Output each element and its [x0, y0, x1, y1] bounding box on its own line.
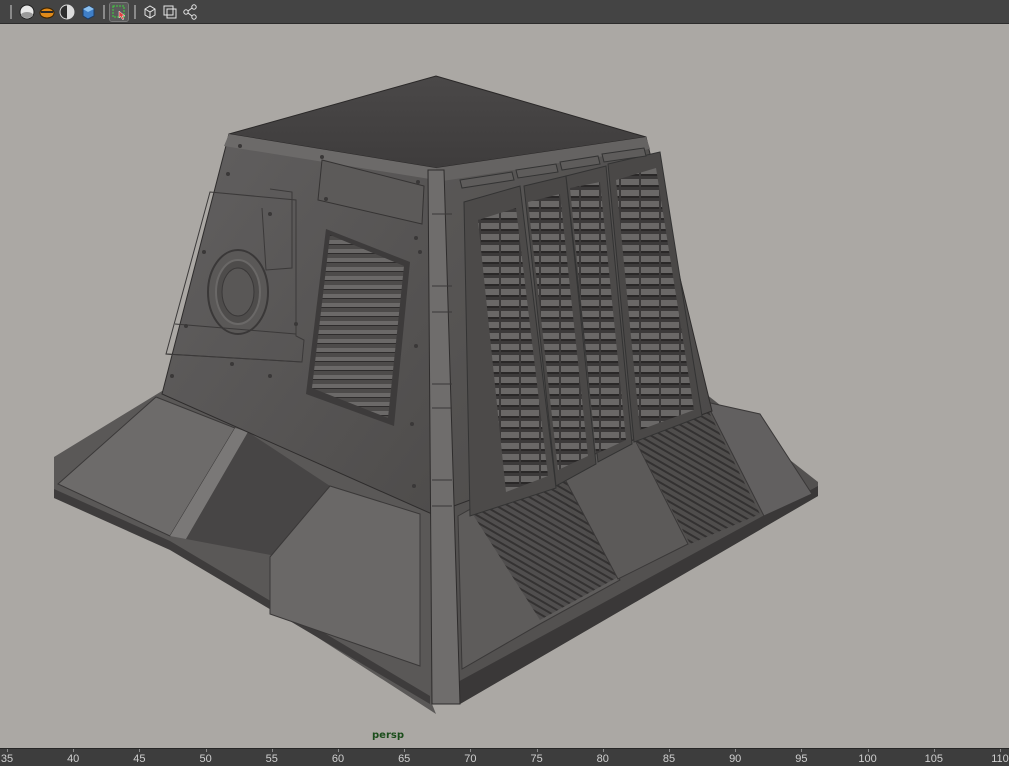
timeline-tick: [867, 749, 869, 752]
isolate-select-icon[interactable]: [109, 2, 129, 22]
textured-sphere-icon[interactable]: [38, 3, 56, 21]
timeline-frame-label: 110: [991, 753, 1009, 765]
wireframe-cube-icon[interactable]: [141, 3, 159, 21]
timeline-frame-label: 45: [133, 753, 146, 765]
timeline-frame-label: 35: [0, 753, 14, 765]
timeline-frame-label: 80: [596, 753, 609, 765]
timeline-frame-label: 75: [530, 753, 543, 765]
time-slider[interactable]: 35 40 45 50 55 60 65 70 75 80 85 90 95 100 105 110: [0, 748, 1009, 766]
timeline-frame-label: 85: [662, 753, 676, 765]
shaded-sphere-icon[interactable]: [18, 3, 36, 21]
timeline-frame-label: 95: [795, 753, 808, 765]
timeline-tick: [933, 749, 935, 752]
perspective-viewport[interactable]: persp: [0, 24, 1009, 748]
3d-model-render: [54, 75, 818, 714]
timeline-frame-label: 55: [265, 753, 278, 765]
timeline-tick: [404, 749, 406, 752]
timeline-tick: [139, 749, 141, 752]
timeline-frame-label: 60: [331, 753, 345, 765]
timeline-tick: [669, 749, 670, 752]
camera-name-label: persp: [372, 730, 404, 741]
timeline-frame-label: 50: [199, 753, 212, 765]
timeline-frame-label: 90: [729, 753, 742, 765]
timeline-tick: [801, 749, 803, 752]
timeline-frame-label: 65: [398, 753, 411, 765]
timeline-tick: [735, 749, 737, 752]
toolbar-separator: [10, 5, 12, 19]
timeline-frame-label: 100: [858, 753, 877, 765]
xray-icon[interactable]: [161, 3, 179, 21]
timeline-tick: [271, 749, 273, 752]
timeline-tick: [602, 749, 604, 752]
timeline-frame-label: 70: [464, 753, 477, 765]
timeline-tick: [1000, 749, 1001, 752]
timeline-tick: [73, 749, 75, 752]
toolbar-separator: [134, 5, 136, 19]
shadow-cube-icon[interactable]: [79, 3, 97, 21]
timeline-frame-label: 105: [924, 753, 943, 765]
timeline-tick: [338, 749, 339, 752]
timeline-frame-label: 40: [67, 753, 80, 765]
joint-icon[interactable]: [181, 3, 199, 21]
viewport-toolbar: [0, 0, 1009, 24]
timeline-tick: [205, 749, 207, 752]
timeline-tick: [7, 749, 8, 752]
lighting-icon[interactable]: [58, 3, 76, 21]
timeline-tick: [536, 749, 538, 752]
timeline-tick: [470, 749, 472, 752]
toolbar-separator: [103, 5, 105, 19]
